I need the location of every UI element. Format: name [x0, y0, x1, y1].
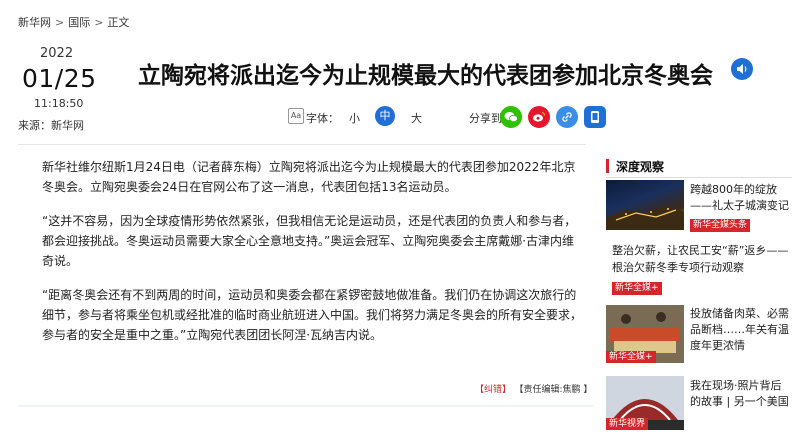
- sidebar-item-title[interactable]: 我在现场·照片背后的故事 | 另一个美国: [690, 378, 790, 410]
- font-medium-button[interactable]: 中: [375, 106, 395, 126]
- speaker-icon: [737, 64, 747, 74]
- article-paragraph: “这并不容易，因为全球疫情形势依然紧张，但我相信无论是运动员，还是代表团的负责人…: [42, 214, 577, 268]
- sidebar-heading-text: 深度观察: [616, 160, 665, 174]
- sidebar-item-tag: 新华全媒头条: [690, 219, 751, 232]
- font-size-icon: Aa: [288, 108, 304, 124]
- breadcrumb-section[interactable]: 国际: [68, 14, 90, 30]
- sidebar-item-tag: 新华全媒+: [606, 351, 656, 363]
- heading-accent-bar: [606, 159, 609, 173]
- article-paragraph: “距离冬奥会还有不到两周的时间，运动员和奥委会都在紧锣密鼓地做准备。我们仍在协调…: [42, 288, 583, 342]
- sidebar-item-title[interactable]: 整治欠薪，让农民工安“薪”返乡——根治欠薪冬季专项行动观察 新华全媒+: [612, 242, 792, 295]
- font-small-button[interactable]: 小: [349, 110, 360, 126]
- sidebar-heading-rule: [606, 177, 792, 178]
- night-city-image-icon: [606, 206, 684, 230]
- sidebar-item-title[interactable]: 跨越800年的绽放——礼太子城演变记 新华全媒头条: [690, 182, 790, 232]
- breadcrumb: 新华网 > 国际 > 正文: [18, 14, 129, 30]
- breadcrumb-separator: >: [94, 16, 104, 29]
- sidebar-item-thumbnail[interactable]: [606, 180, 684, 230]
- font-large-button[interactable]: 大: [411, 110, 422, 126]
- sidebar-item-title-text[interactable]: 我在现场·照片背后的故事 | 另一个美国: [690, 379, 789, 408]
- sidebar-item-title-text[interactable]: 投放储备肉菜、必需品断档……年关有温度年更浓情: [690, 307, 789, 352]
- sidebar-item-title-text[interactable]: 跨越800年的绽放——礼太子城演变记: [690, 183, 789, 212]
- publish-year: 2022: [40, 46, 74, 61]
- article-body: 新华社维尔纽斯1月24日电（记者薛东梅）立陶宛将派出迄今为止规模最大的代表团参加…: [42, 157, 585, 359]
- correction-link[interactable]: 【纠错】: [475, 385, 511, 395]
- page-title: 立陶宛将派出迄今为止规模最大的代表团参加北京冬奥会: [138, 63, 713, 89]
- font-size-label: 字体：: [306, 112, 339, 125]
- sidebar-item-thumbnail[interactable]: 新华视界: [606, 376, 684, 430]
- audio-play-button[interactable]: [731, 58, 753, 80]
- sidebar-item-thumbnail[interactable]: 新华全媒+: [606, 305, 684, 363]
- mobile-share-icon[interactable]: [584, 106, 606, 128]
- publish-month-day: 01/25: [22, 64, 97, 93]
- wechat-share-icon[interactable]: [500, 106, 522, 128]
- sidebar-heading: 深度观察: [606, 156, 792, 178]
- article-paragraph: 新华社维尔纽斯1月24日电（记者薛东梅）立陶宛将派出迄今为止规模最大的代表团参加…: [42, 160, 576, 194]
- sidebar-item-tag: 新华视界: [606, 418, 649, 430]
- link-share-icon[interactable]: [556, 106, 578, 128]
- breadcrumb-home[interactable]: 新华网: [18, 14, 51, 30]
- sidebar-item-title-text[interactable]: 整治欠薪，让农民工安“薪”返乡——根治欠薪冬季专项行动观察: [612, 244, 788, 274]
- weibo-share-icon[interactable]: [528, 106, 550, 128]
- article-source: 来源：新华网: [18, 119, 84, 132]
- sidebar-item-title[interactable]: 投放储备肉菜、必需品断档……年关有温度年更浓情: [690, 306, 790, 354]
- article-bottom-rule: [18, 405, 593, 407]
- header-divider: [18, 144, 586, 145]
- breadcrumb-current: 正文: [107, 16, 130, 29]
- publish-time: 11:18:50: [34, 97, 84, 110]
- breadcrumb-separator: >: [55, 16, 65, 29]
- editor-line: 【纠错】 【责任编辑:焦鹏 】: [475, 382, 592, 395]
- responsible-editor: 【责任编辑:焦鹏 】: [519, 385, 593, 395]
- sidebar-item-tag: 新华全媒+: [612, 282, 662, 295]
